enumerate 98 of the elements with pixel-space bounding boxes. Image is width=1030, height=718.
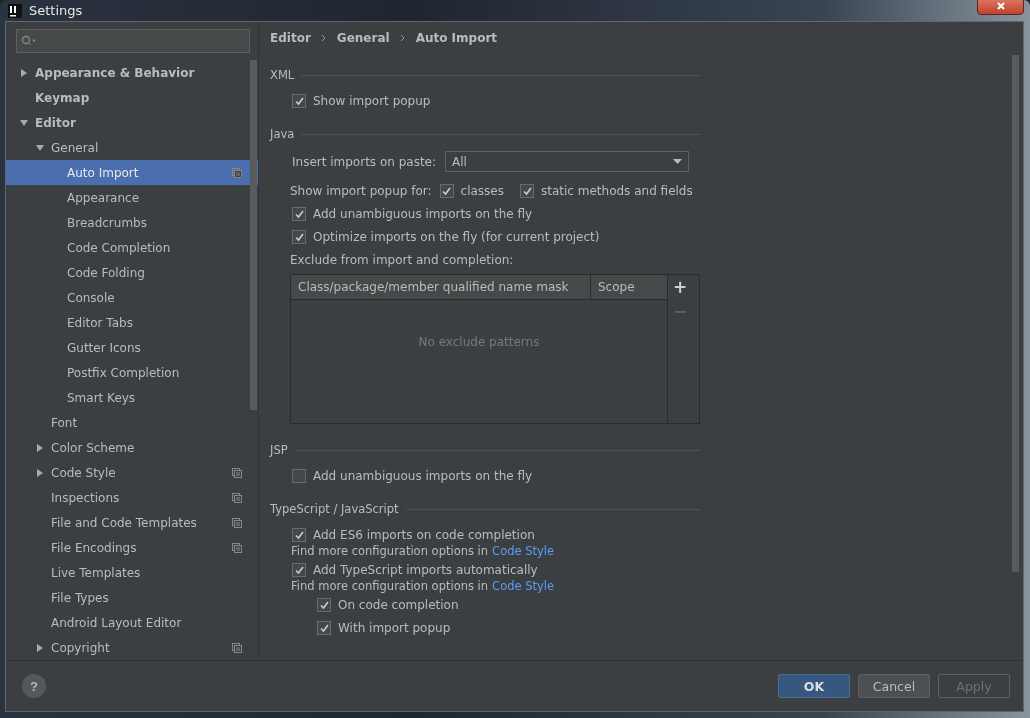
tree-item[interactable]: Font	[6, 410, 258, 435]
checkbox[interactable]	[292, 527, 306, 542]
dialog-button[interactable]: Cancel	[858, 674, 930, 698]
check-icon	[318, 599, 330, 610]
tree-item[interactable]: Editor	[6, 110, 258, 135]
hint-text: Find more configuration options in Code Style	[291, 578, 556, 595]
field-label: Show import popup for:	[290, 183, 432, 198]
breadcrumb-item[interactable]: Editor	[270, 31, 311, 45]
check-icon	[441, 185, 453, 196]
check-icon	[521, 185, 533, 196]
chevron-icon	[320, 34, 327, 42]
code-style-link[interactable]: Code Style	[492, 579, 555, 593]
close-button[interactable]	[977, 0, 1024, 15]
tree-item[interactable]: File and Code Templates	[6, 510, 258, 535]
tree-item[interactable]: File Types	[6, 585, 258, 610]
checkbox[interactable]	[520, 183, 534, 198]
tree-item[interactable]: Keymap	[6, 85, 258, 110]
tree-item[interactable]: Android Layout Editor	[6, 610, 258, 635]
checkbox[interactable]	[292, 206, 306, 221]
tree-item[interactable]: Breadcrumbs	[6, 210, 258, 235]
breadcrumb-item[interactable]: General	[336, 31, 390, 45]
checkbox[interactable]	[292, 468, 306, 483]
expanded-arrow-icon	[36, 143, 44, 152]
checkbox[interactable]	[292, 93, 306, 108]
dropdown[interactable]: All	[445, 151, 689, 172]
check-icon	[293, 529, 305, 540]
check-icon	[318, 622, 330, 633]
section-title: Java	[270, 127, 295, 141]
help-button[interactable]: ?	[22, 674, 46, 698]
column-header[interactable]: Class/package/member qualified name mask	[291, 275, 591, 299]
hint-text: Find more configuration options in Code Style	[291, 543, 556, 560]
chevron-icon	[399, 34, 406, 42]
tree-item[interactable]: Live Templates	[6, 560, 258, 585]
tree-item[interactable]: Appearance	[6, 185, 258, 210]
checkbox-label[interactable]: static methods and fields	[541, 183, 693, 198]
check-icon	[293, 564, 305, 575]
checkbox-label[interactable]: Add unambiguous imports on the fly	[313, 468, 533, 483]
checkbox[interactable]	[317, 620, 331, 635]
tree-item[interactable]: General	[6, 135, 258, 160]
check-icon	[293, 208, 305, 219]
tree-item[interactable]: Inspections	[6, 485, 258, 510]
tree-item[interactable]: File Encodings	[6, 535, 258, 560]
field-label: Exclude from import and completion:	[290, 251, 515, 269]
app-icon	[8, 3, 22, 18]
tree-item[interactable]: Code Completion	[6, 235, 258, 260]
collapsed-arrow-icon	[36, 443, 44, 452]
search-field[interactable]	[16, 29, 250, 53]
tree-item[interactable]: Code Folding	[6, 260, 258, 285]
checkbox-label[interactable]: Add ES6 imports on code completion	[313, 527, 535, 542]
search-icon	[21, 35, 37, 47]
section-title: TypeScript / JavaScript	[270, 502, 399, 516]
checkbox-label[interactable]: Optimize imports on the fly (for current project)	[313, 229, 600, 244]
pages-icon	[232, 492, 242, 503]
checkbox-label[interactable]: Add TypeScript imports automatically	[313, 562, 538, 577]
field-label: Insert imports on paste:	[292, 154, 438, 169]
code-style-link[interactable]: Code Style	[492, 544, 555, 558]
dialog-button[interactable]: OK	[778, 674, 850, 698]
pages-icon	[232, 467, 242, 478]
column-header[interactable]: Scope	[591, 275, 667, 299]
expanded-arrow-icon	[20, 118, 28, 127]
tree-item[interactable]: Auto Import	[6, 160, 258, 185]
window-title: Settings	[29, 3, 83, 18]
checkbox[interactable]	[317, 597, 331, 612]
checkbox[interactable]	[439, 183, 454, 198]
checkbox-label[interactable]: Add unambiguous imports on the fly	[313, 206, 533, 221]
pages-icon	[232, 517, 242, 528]
pages-icon	[232, 167, 242, 178]
pages-icon	[232, 642, 242, 653]
scrollbar-thumb[interactable]	[1012, 55, 1019, 572]
checkbox[interactable]	[292, 229, 306, 244]
empty-text: No exclude patterns	[418, 335, 540, 351]
checkbox[interactable]	[292, 562, 306, 577]
collapsed-arrow-icon	[36, 468, 44, 477]
check-icon	[293, 231, 305, 242]
checkbox-label[interactable]: On code completion	[338, 597, 459, 612]
breadcrumb-item[interactable]: Auto Import	[415, 31, 498, 45]
check-icon	[293, 95, 305, 106]
tree-item[interactable]: Code Style	[6, 460, 258, 485]
checkbox-label[interactable]: With import popup	[338, 620, 451, 635]
tree-item[interactable]: Smart Keys	[6, 385, 258, 410]
section-title: JSP	[270, 443, 288, 457]
section-title: XML	[270, 68, 295, 82]
add-button[interactable]: +	[670, 275, 690, 299]
checkbox-label[interactable]: classes	[460, 183, 504, 198]
scrollbar-thumb[interactable]	[250, 60, 257, 410]
close-icon	[995, 0, 1006, 11]
tree-item[interactable]: Copyright	[6, 635, 258, 660]
tree-item[interactable]: Appearance & Behavior	[6, 60, 258, 85]
tree-item[interactable]: Gutter Icons	[6, 335, 258, 360]
collapsed-arrow-icon	[20, 68, 28, 77]
pages-icon	[232, 542, 242, 553]
tree-item[interactable]: Editor Tabs	[6, 310, 258, 335]
tree-item[interactable]: Postfix Completion	[6, 360, 258, 385]
tree-item[interactable]: Console	[6, 285, 258, 310]
collapsed-arrow-icon	[36, 643, 44, 652]
checkbox-label[interactable]: Show import popup	[313, 93, 431, 108]
tree-item[interactable]: Color Scheme	[6, 435, 258, 460]
dropdown-arrow-icon	[673, 159, 682, 164]
